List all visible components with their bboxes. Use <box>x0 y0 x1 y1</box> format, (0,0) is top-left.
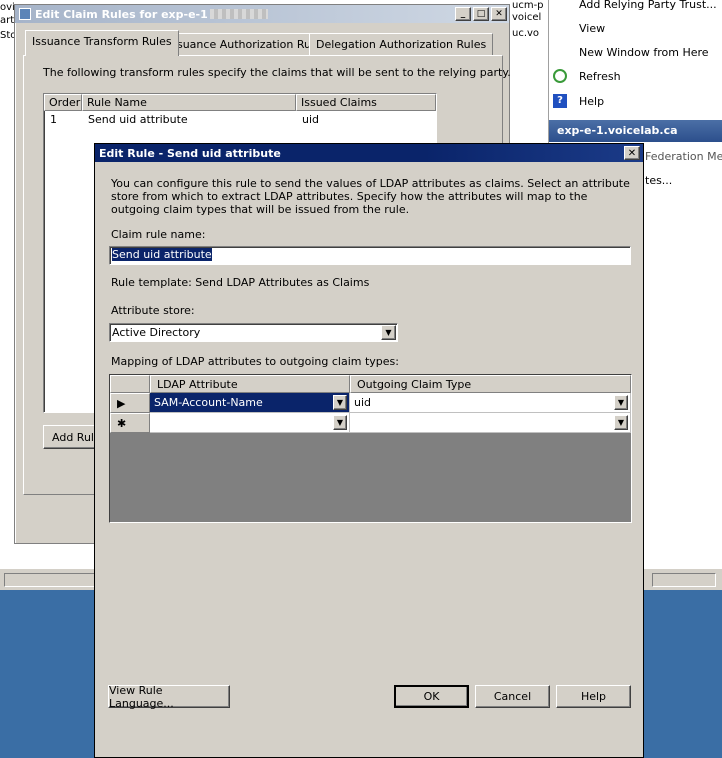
rule-intro-text: You can configure this rule to send the … <box>111 177 630 216</box>
chevron-down-icon[interactable]: ▼ <box>614 415 628 430</box>
federation-metadata-text: Federation Meta <box>645 150 722 163</box>
chevron-down-icon[interactable]: ▼ <box>614 395 628 410</box>
left-sliver-2: art <box>0 15 15 26</box>
mapping-label: Mapping of LDAP attributes to outgoing c… <box>111 355 399 368</box>
grid-header-ldap-attribute[interactable]: LDAP Attribute <box>150 375 350 393</box>
cancel-button[interactable]: Cancel <box>475 685 550 708</box>
transform-rules-description: The following transform rules specify th… <box>43 66 511 79</box>
rule-template-text: Rule template: Send LDAP Attributes as C… <box>111 276 370 289</box>
ldap-attribute-select[interactable]: SAM-Account-Name ▼ <box>150 393 350 413</box>
new-ldap-attribute-select[interactable]: ▼ <box>150 413 350 433</box>
outgoing-claim-type-select[interactable]: uid ▼ <box>350 393 631 413</box>
middle-sliver-1: ucm-p <box>512 0 544 11</box>
help-button[interactable]: Help <box>556 685 631 708</box>
claim-rule-name-input[interactable]: Send uid attribute <box>109 246 631 265</box>
action-new-window[interactable]: New Window from Here <box>579 42 709 62</box>
maximize-button[interactable]: □ <box>473 7 489 21</box>
action-add-relying-party[interactable]: Add Relying Party Trust... <box>579 0 717 14</box>
new-outgoing-claim-type-select[interactable]: ▼ <box>350 413 631 433</box>
window-app-icon <box>19 8 31 20</box>
redacted-hostname <box>209 9 268 19</box>
section-truncated-text: tes... <box>645 174 673 187</box>
chevron-down-icon[interactable]: ▼ <box>333 395 347 410</box>
attribute-store-label: Attribute store: <box>111 304 195 317</box>
action-view[interactable]: View <box>579 18 605 38</box>
help-icon: ? <box>553 94 567 108</box>
grid-header-outgoing-claim-type[interactable]: Outgoing Claim Type <box>350 375 631 393</box>
edit-rule-title: Edit Rule - Send uid attribute <box>99 146 281 160</box>
ok-button[interactable]: OK <box>394 685 469 708</box>
view-rule-language-button[interactable]: View Rule Language... <box>108 684 230 710</box>
row-selector-current[interactable]: ▶ <box>110 393 150 413</box>
rules-list-header: Order Rule Name Issued Claims <box>44 94 436 111</box>
tab-delegation-authorization[interactable]: Delegation Authorization Rules <box>309 33 494 55</box>
close-button[interactable]: ✕ <box>491 7 507 21</box>
action-help[interactable]: ? Help <box>553 91 604 111</box>
rule-name: Send uid attribute <box>88 113 188 126</box>
actions-section-header: exp-e-1.voicelab.ca <box>549 120 722 142</box>
claim-rules-title: Edit Claim Rules for exp-e-1 <box>35 7 208 21</box>
rules-list-row[interactable]: 1 Send uid attribute uid <box>44 111 436 128</box>
chevron-down-icon[interactable]: ▼ <box>381 325 396 340</box>
chevron-down-icon[interactable]: ▼ <box>333 415 347 430</box>
edit-rule-dialog: Edit Rule - Send uid attribute ✕ You can… <box>94 143 644 758</box>
middle-sliver-3: uc.vo <box>512 28 540 39</box>
column-order[interactable]: Order <box>44 94 82 111</box>
left-sliver-1: ovi <box>0 2 15 13</box>
tab-issuance-authorization[interactable]: Issuance Authorization Rules <box>161 33 334 55</box>
minimize-button[interactable]: _ <box>455 7 471 21</box>
tab-issuance-transform[interactable]: Issuance Transform Rules <box>25 30 179 56</box>
column-issued-claims[interactable]: Issued Claims <box>296 94 436 111</box>
claim-rule-name-label: Claim rule name: <box>111 228 206 241</box>
claim-rules-titlebar: Edit Claim Rules for exp-e-1 _ □ ✕ <box>15 5 509 23</box>
refresh-icon <box>553 69 567 83</box>
edit-rule-titlebar: Edit Rule - Send uid attribute ✕ <box>95 144 643 162</box>
action-refresh[interactable]: Refresh <box>553 66 621 86</box>
middle-sliver-2: voicel <box>512 12 542 23</box>
column-rule-name[interactable]: Rule Name <box>82 94 296 111</box>
rule-claims: uid <box>302 113 320 126</box>
mapping-grid: LDAP Attribute Outgoing Claim Type ▶ SAM… <box>109 374 632 523</box>
dialog-close-button[interactable]: ✕ <box>624 146 640 160</box>
grid-corner-header <box>110 375 150 393</box>
rule-order: 1 <box>50 113 57 126</box>
row-selector-new[interactable]: ✱ <box>110 413 150 433</box>
attribute-store-select[interactable]: Active Directory ▼ <box>109 323 398 342</box>
